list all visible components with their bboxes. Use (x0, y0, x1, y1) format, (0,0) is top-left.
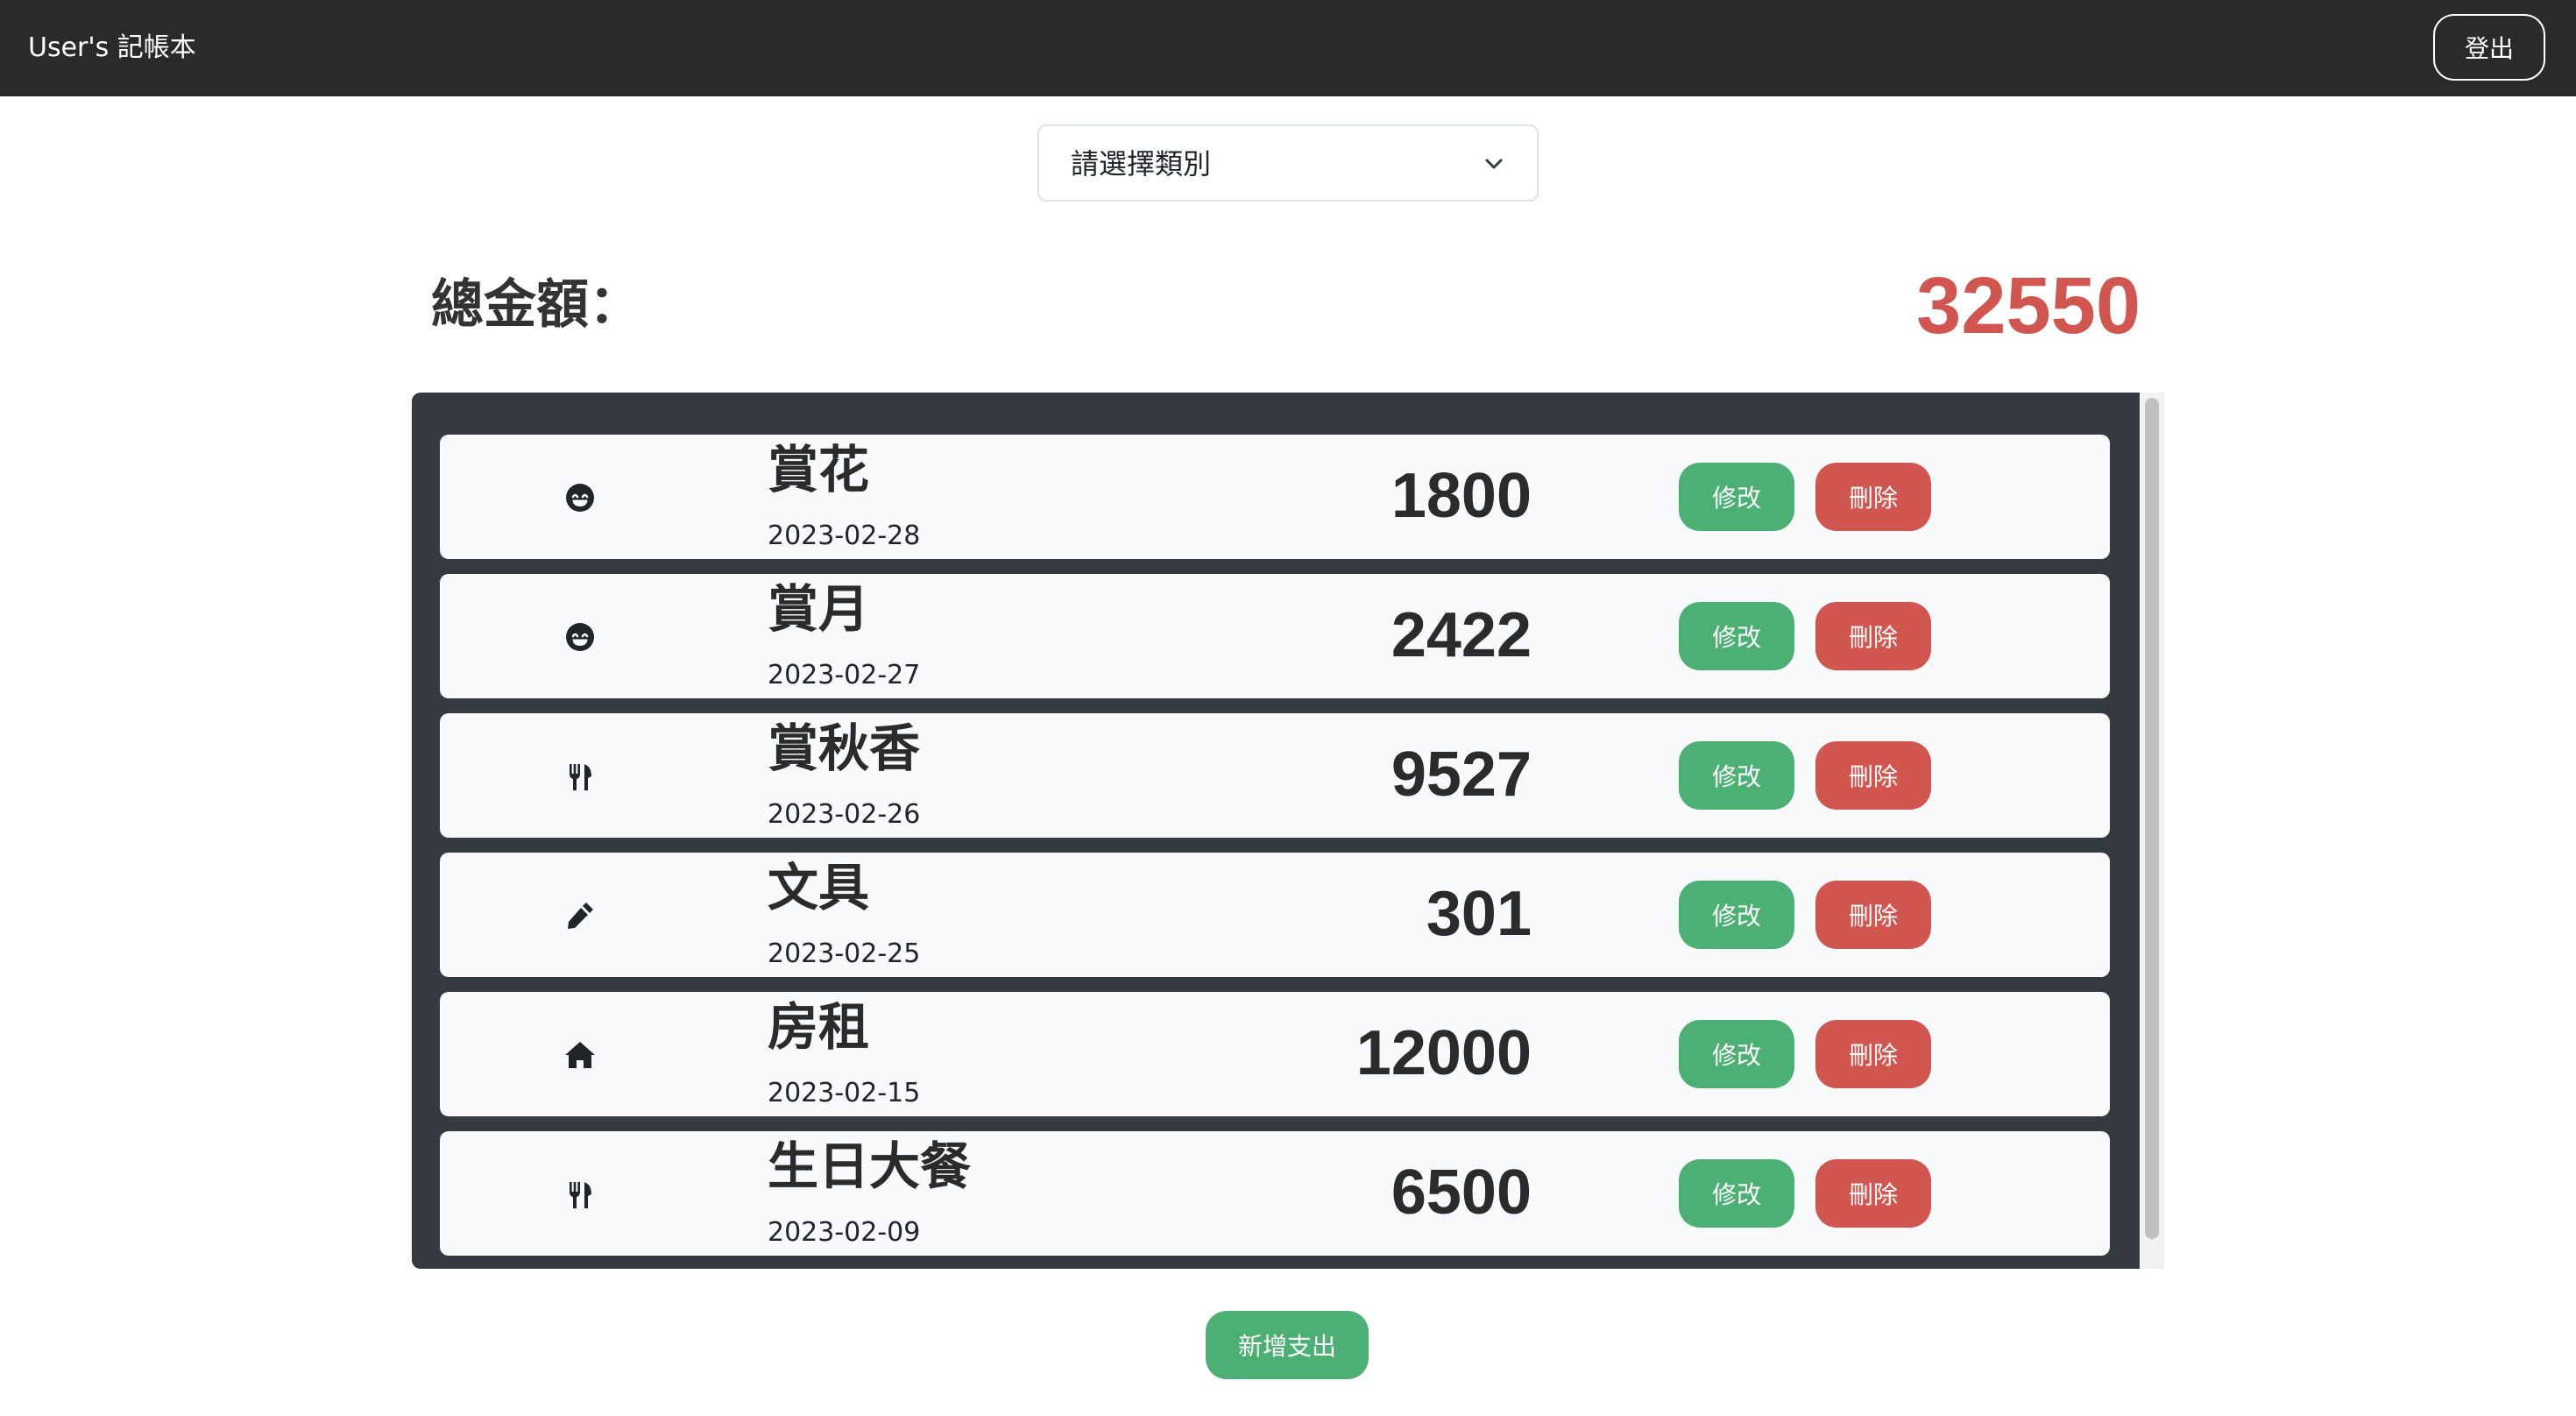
expense-row: 生日大餐 2023-02-09 6500 修改 刪除 (440, 1131, 2110, 1256)
scrollbar-thumb[interactable] (2145, 398, 2159, 1239)
expense-amount: 9527 (1391, 740, 1532, 810)
list-scrollbar[interactable] (2140, 393, 2164, 1269)
expense-row: 賞秋香 2023-02-26 9527 修改 刪除 (440, 713, 2110, 838)
chevron-down-icon (1481, 151, 1507, 177)
delete-button[interactable]: 刪除 (1815, 741, 1931, 810)
expense-row: 房租 2023-02-15 12000 修改 刪除 (440, 992, 2110, 1116)
expense-row: 賞花 2023-02-28 1800 修改 刪除 (440, 435, 2110, 559)
expense-title: 賞月 (768, 579, 870, 639)
expense-title: 賞花 (768, 440, 870, 499)
logout-button[interactable]: 登出 (2433, 14, 2545, 81)
expense-title: 文具 (768, 858, 870, 917)
expense-date: 2023-02-27 (768, 660, 921, 690)
home-icon (563, 1037, 598, 1073)
delete-button[interactable]: 刪除 (1815, 881, 1931, 949)
edit-button[interactable]: 修改 (1679, 463, 1794, 531)
top-navbar: User's 記帳本 登出 (0, 0, 2576, 96)
total-amount: 32550 (1916, 261, 2141, 350)
expense-amount: 2422 (1391, 600, 1532, 670)
edit-button[interactable]: 修改 (1679, 881, 1794, 949)
edit-button[interactable]: 修改 (1679, 1020, 1794, 1088)
total-label: 總金額： (431, 274, 641, 336)
delete-button[interactable]: 刪除 (1815, 1159, 1931, 1228)
expense-date: 2023-02-09 (768, 1217, 921, 1248)
edit-button[interactable]: 修改 (1679, 602, 1794, 670)
expense-date: 2023-02-26 (768, 799, 921, 830)
expense-list: 賞花 2023-02-28 1800 修改 刪除 賞月 2023-02-27 2… (412, 393, 2140, 1269)
expense-title: 賞秋香 (768, 719, 921, 778)
edit-button[interactable]: 修改 (1679, 1159, 1794, 1228)
expense-row: 文具 2023-02-25 301 修改 刪除 (440, 853, 2110, 977)
pencil-icon (563, 898, 598, 933)
expense-date: 2023-02-15 (768, 1078, 921, 1108)
expense-title: 房租 (768, 997, 870, 1057)
expense-title: 生日大餐 (768, 1136, 972, 1196)
utensils-icon (563, 1177, 598, 1212)
expense-amount: 6500 (1391, 1158, 1532, 1228)
expense-date: 2023-02-28 (768, 520, 921, 551)
expense-amount: 1800 (1391, 461, 1532, 531)
delete-button[interactable]: 刪除 (1815, 1020, 1931, 1088)
expense-amount: 301 (1426, 879, 1532, 949)
expense-date: 2023-02-25 (768, 938, 921, 969)
smile-icon (563, 620, 598, 655)
category-select-value: 請選擇類別 (1071, 147, 1212, 181)
add-expense-button[interactable]: 新增支出 (1206, 1311, 1369, 1379)
smile-icon (563, 480, 598, 515)
edit-button[interactable]: 修改 (1679, 741, 1794, 810)
delete-button[interactable]: 刪除 (1815, 463, 1931, 531)
expense-row: 賞月 2023-02-27 2422 修改 刪除 (440, 574, 2110, 698)
app-title: User's 記帳本 (28, 32, 196, 63)
delete-button[interactable]: 刪除 (1815, 602, 1931, 670)
category-select[interactable]: 請選擇類別 (1037, 124, 1539, 202)
expense-amount: 12000 (1355, 1018, 1532, 1088)
utensils-icon (563, 759, 598, 794)
